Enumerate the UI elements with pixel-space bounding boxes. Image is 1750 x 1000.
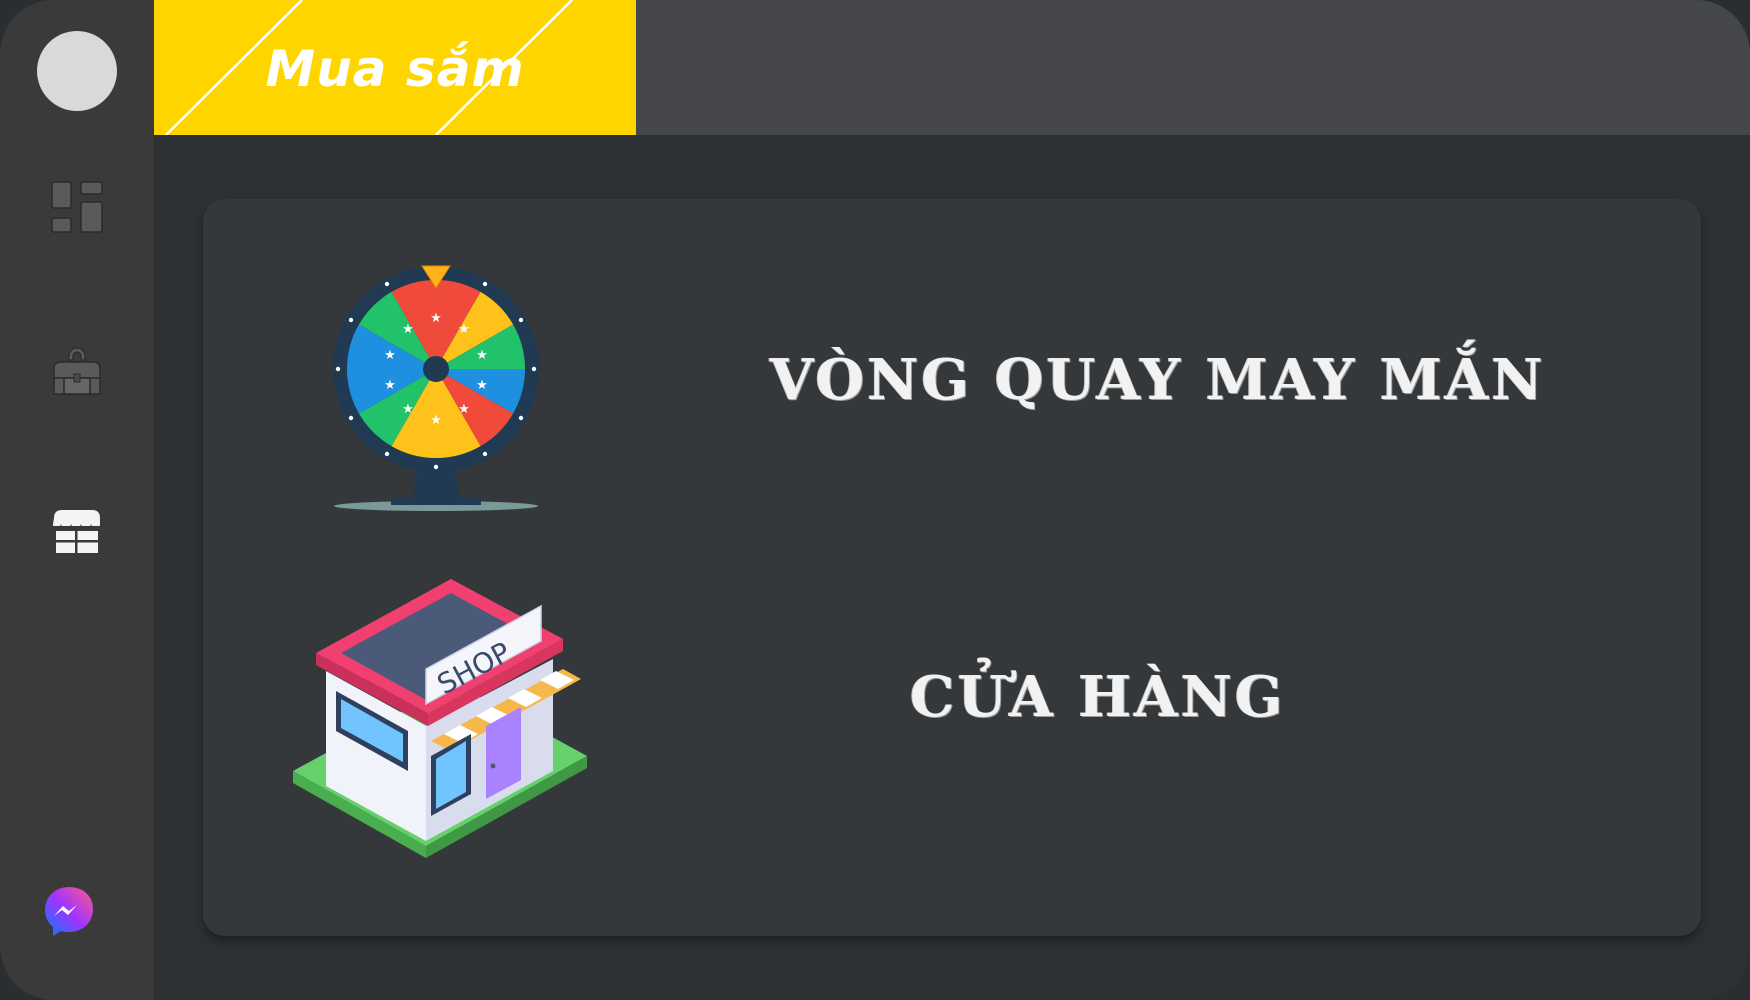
messenger-icon[interactable] <box>42 884 96 938</box>
top-bar: Mua sắm <box>154 0 1750 135</box>
svg-text:★: ★ <box>402 402 414 417</box>
svg-text:★: ★ <box>430 413 442 428</box>
store-icon[interactable] <box>50 504 104 558</box>
dashboard-icon[interactable] <box>50 180 104 234</box>
app-window: Mua sắm ★ ★ ★ ★ ★ ★ ★ ★ ★ ★ VÒNG QUAY MA… <box>0 0 1750 1000</box>
tab-label: Mua sắm <box>265 39 525 98</box>
avatar[interactable] <box>37 31 117 111</box>
svg-text:★: ★ <box>384 378 396 393</box>
shop-building-image: SHOP <box>293 579 587 858</box>
svg-text:★: ★ <box>402 322 414 337</box>
backpack-icon[interactable] <box>50 344 104 398</box>
svg-text:★: ★ <box>384 348 396 363</box>
prize-wheel-image: ★ ★ ★ ★ ★ ★ ★ ★ ★ ★ <box>333 265 539 511</box>
shop-item[interactable]: SHOP CỬA HÀNG <box>203 579 1701 879</box>
lucky-wheel-item[interactable]: ★ ★ ★ ★ ★ ★ ★ ★ ★ ★ VÒNG QUAY MAY MẮN <box>203 264 1701 514</box>
svg-text:★: ★ <box>430 311 442 326</box>
sidebar <box>0 0 154 1000</box>
main-panel: ★ ★ ★ ★ ★ ★ ★ ★ ★ ★ VÒNG QUAY MAY MẮN SH… <box>203 199 1701 936</box>
svg-text:★: ★ <box>458 322 470 337</box>
tab-shopping[interactable]: Mua sắm <box>154 0 636 135</box>
shop-title: CỬA HÀNG <box>910 664 1286 730</box>
lucky-wheel-title: VÒNG QUAY MAY MẮN <box>770 347 1546 413</box>
svg-text:★: ★ <box>476 378 488 393</box>
svg-text:★: ★ <box>476 348 488 363</box>
svg-text:★: ★ <box>458 402 470 417</box>
